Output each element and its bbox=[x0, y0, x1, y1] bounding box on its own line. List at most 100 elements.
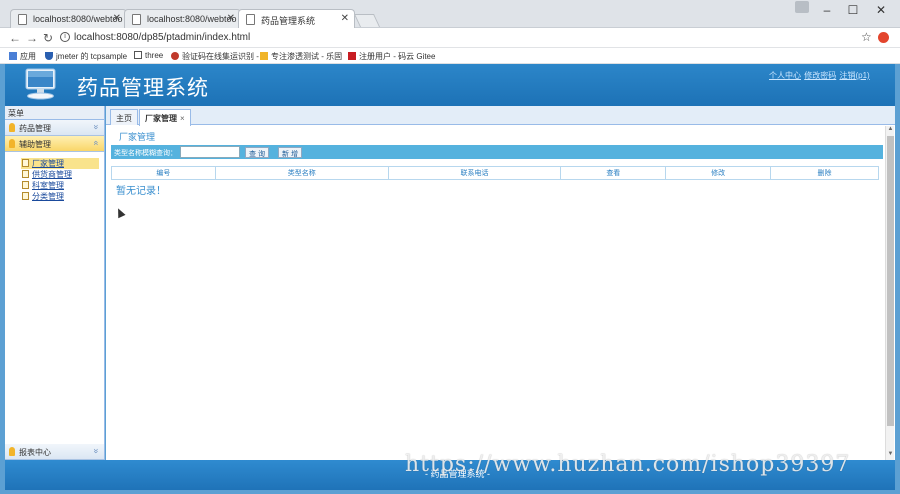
submenu-item-manufacturer[interactable]: 厂家管理 bbox=[21, 158, 99, 169]
submenu-label: 分类管理 bbox=[32, 192, 64, 201]
lightbulb-icon bbox=[9, 447, 15, 456]
menu-auxiliary-management[interactable]: 辅助管理 « bbox=[5, 136, 104, 152]
tab-home[interactable]: 主页 bbox=[110, 109, 138, 125]
empty-message: 暂无记录！ bbox=[116, 186, 166, 197]
menu-report-center[interactable]: 报表中心 » bbox=[5, 444, 104, 460]
bookmark-pentest[interactable]: 专注渗透测试 - 乐固 bbox=[260, 51, 342, 62]
star-logo-icon bbox=[260, 52, 268, 60]
column-header-name: 类型名称 bbox=[214, 166, 389, 180]
document-icon bbox=[22, 192, 29, 200]
search-toolbar: 类型名称模糊查询： 查 询 新 增 bbox=[111, 145, 883, 159]
menu-label: 报表中心 bbox=[19, 448, 51, 457]
sidebar: 菜单 药品管理 » 辅助管理 « 厂家管理 供货商管理 科室管理 分类管理 报表… bbox=[5, 106, 105, 460]
bookmark-star-icon[interactable]: ☆ bbox=[861, 30, 872, 44]
info-icon[interactable]: i bbox=[60, 32, 70, 42]
bookmark-label: three bbox=[145, 51, 164, 60]
navigation-bar: ← → ↻ i localhost:8080/dp85/ptadmin/inde… bbox=[0, 28, 900, 48]
main-panel: 主页 厂家管理 × 厂家管理 类型名称模糊查询： 查 询 新 增 编号 类型名称 … bbox=[106, 106, 895, 460]
content-area: 厂家管理 类型名称模糊查询： 查 询 新 增 编号 类型名称 联系电话 查看 修… bbox=[106, 126, 884, 460]
search-input[interactable] bbox=[180, 146, 240, 158]
tab-manufacturer[interactable]: 厂家管理 × bbox=[139, 109, 191, 126]
apps-grid-icon bbox=[9, 52, 17, 60]
logout-link[interactable]: 注销(p1) bbox=[839, 71, 869, 80]
profile-icon[interactable] bbox=[795, 1, 809, 13]
profile-link[interactable]: 个人中心 bbox=[769, 71, 801, 80]
page-icon bbox=[134, 51, 142, 59]
bookmark-label: jmeter 的 tcpsample bbox=[56, 52, 128, 61]
browser-tab-3-title: 药品管理系统 bbox=[261, 16, 316, 26]
bookmark-jmeter[interactable]: jmeter 的 tcpsample bbox=[45, 51, 127, 62]
column-header-view: 查看 bbox=[560, 166, 667, 180]
extension-icon[interactable] bbox=[878, 32, 889, 43]
app-title: 药品管理系统 bbox=[77, 77, 209, 100]
back-arrow-icon[interactable]: ← bbox=[9, 31, 21, 45]
minimize-icon[interactable]: – bbox=[819, 3, 835, 17]
page-icon bbox=[18, 14, 27, 25]
bookmarks-bar: 应用 jmeter 的 tcpsample three 验证码在线集运识别 - … bbox=[0, 48, 900, 64]
gitee-icon bbox=[348, 52, 356, 60]
browser-tab-3[interactable]: 药品管理系统 ✕ bbox=[238, 9, 355, 29]
browser-tab-1-title: localhost:8080/webtoo bbox=[33, 14, 123, 24]
close-tab-icon[interactable]: ✕ bbox=[341, 13, 349, 24]
column-header-edit: 修改 bbox=[665, 166, 772, 180]
tab-label: 厂家管理 bbox=[145, 114, 177, 123]
tab-label: 主页 bbox=[116, 114, 132, 123]
table-header-row: 编号 类型名称 联系电话 查看 修改 删除 bbox=[111, 166, 879, 180]
menu-label: 辅助管理 bbox=[19, 140, 51, 149]
column-header-id: 编号 bbox=[111, 166, 216, 180]
header-links: 个人中心 修改密码 注销(p1) bbox=[769, 70, 871, 81]
sidebar-title: 菜单 bbox=[5, 106, 104, 120]
scroll-down-icon[interactable]: ▼ bbox=[886, 451, 895, 460]
document-icon bbox=[22, 170, 29, 178]
scrollbar-thumb[interactable] bbox=[887, 136, 894, 426]
bug-icon bbox=[171, 52, 179, 60]
address-bar[interactable]: i localhost:8080/dp85/ptadmin/index.html bbox=[60, 29, 872, 47]
bookmark-three[interactable]: three bbox=[134, 51, 163, 60]
page-icon bbox=[132, 14, 141, 25]
data-table: 编号 类型名称 联系电话 查看 修改 删除 bbox=[111, 166, 879, 180]
submenu-item-category[interactable]: 分类管理 bbox=[21, 191, 99, 202]
shield-icon bbox=[45, 52, 53, 60]
page-title: 厂家管理 bbox=[119, 132, 156, 142]
url-text: localhost:8080/dp85/ptadmin/index.html bbox=[74, 32, 251, 43]
lightbulb-icon bbox=[9, 123, 15, 132]
document-icon bbox=[22, 181, 29, 189]
bookmark-apps[interactable]: 应用 bbox=[9, 51, 36, 62]
menu-label: 药品管理 bbox=[19, 124, 51, 133]
menu-drug-management[interactable]: 药品管理 » bbox=[5, 120, 104, 136]
content-tab-strip: 主页 厂家管理 × bbox=[106, 106, 895, 126]
submenu-item-department[interactable]: 科室管理 bbox=[21, 180, 99, 191]
close-tab-icon[interactable]: ✕ bbox=[113, 13, 121, 24]
scroll-up-icon[interactable]: ▲ bbox=[886, 126, 895, 135]
change-password-link[interactable]: 修改密码 bbox=[804, 71, 836, 80]
lightbulb-icon bbox=[9, 139, 15, 148]
submenu-label: 科室管理 bbox=[32, 181, 64, 190]
page-icon bbox=[246, 14, 255, 25]
close-tab-icon[interactable]: ✕ bbox=[227, 13, 235, 24]
new-tab-button[interactable] bbox=[353, 14, 381, 27]
bookmark-label: 验证码在线集运识别 - bbox=[182, 52, 259, 61]
chevron-down-icon[interactable]: » bbox=[91, 448, 101, 453]
submenu-label: 厂家管理 bbox=[32, 159, 64, 168]
chevron-up-icon[interactable]: « bbox=[91, 140, 101, 145]
submenu-item-supplier[interactable]: 供货商管理 bbox=[21, 169, 99, 180]
close-window-icon[interactable]: ✕ bbox=[873, 3, 889, 17]
browser-tab-2-title: localhost:8080/webtoo bbox=[147, 14, 237, 24]
browser-tab-1[interactable]: localhost:8080/webtoo ✕ bbox=[10, 9, 127, 29]
submenu-list: 厂家管理 供货商管理 科室管理 分类管理 bbox=[5, 152, 104, 202]
close-icon[interactable]: × bbox=[180, 114, 185, 123]
browser-tab-2[interactable]: localhost:8080/webtoo ✕ bbox=[124, 9, 241, 29]
add-button[interactable]: 新 增 bbox=[278, 147, 302, 158]
browser-tab-strip: localhost:8080/webtoo ✕ localhost:8080/w… bbox=[0, 0, 900, 29]
chevron-down-icon[interactable]: » bbox=[91, 124, 101, 129]
forward-arrow-icon[interactable]: → bbox=[26, 31, 38, 45]
bookmark-gitee[interactable]: 注册用户 - 码云 Gitee bbox=[348, 51, 435, 62]
monitor-icon bbox=[25, 68, 56, 100]
bookmark-label: 注册用户 - 码云 Gitee bbox=[359, 52, 436, 61]
search-button[interactable]: 查 询 bbox=[245, 147, 269, 158]
maximize-icon[interactable]: ☐ bbox=[845, 3, 861, 17]
bookmark-captcha[interactable]: 验证码在线集运识别 - bbox=[171, 51, 259, 62]
reload-icon[interactable]: ↻ bbox=[43, 31, 53, 45]
search-label: 类型名称模糊查询： bbox=[114, 150, 177, 157]
vertical-scrollbar[interactable]: ▲ ▼ bbox=[885, 126, 894, 460]
